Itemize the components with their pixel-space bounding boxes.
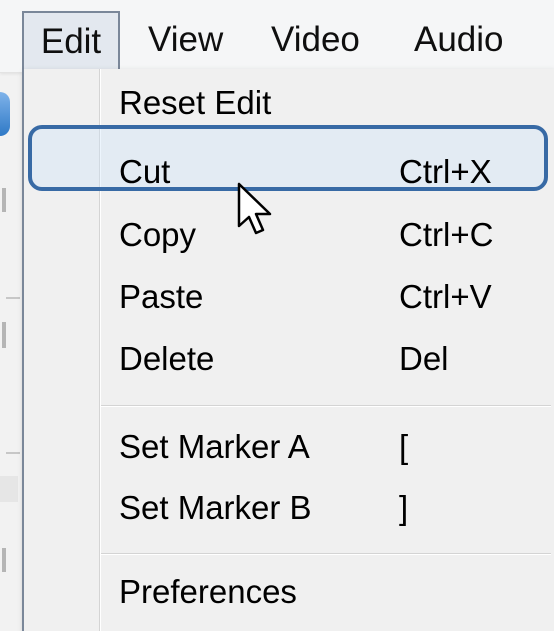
menu-item-shortcut: Ctrl+C: [399, 216, 494, 253]
menu-item-label: Cut: [119, 153, 171, 190]
menu-item-shortcut: [: [399, 428, 409, 465]
menu-separator: [101, 553, 551, 555]
menu-edit[interactable]: Edit: [22, 11, 120, 69]
menu-item-label: Delete: [119, 340, 215, 377]
background-control-fragment: [2, 188, 6, 212]
menu-item-preferences[interactable]: Preferences: [24, 562, 554, 622]
menu-item-cut[interactable]: Cut Ctrl+X: [24, 142, 554, 202]
menu-separator: [101, 405, 551, 407]
background-control-fragment: [2, 548, 6, 572]
menu-item-paste[interactable]: Paste Ctrl+V: [24, 267, 554, 327]
menu-item-label: Set Marker A: [119, 428, 310, 465]
menu-item-shortcut: ]: [399, 489, 409, 526]
menu-item-delete[interactable]: Delete Del: [24, 329, 554, 389]
edit-dropdown-menu: Reset Edit Cut Ctrl+X Copy Ctrl+C Paste …: [22, 69, 554, 631]
menu-item-shortcut: Ctrl+V: [399, 278, 492, 315]
menu-item-set-marker-a[interactable]: Set Marker A [: [24, 417, 554, 477]
menu-audio[interactable]: Audio: [414, 11, 504, 69]
menu-item-reset-edit[interactable]: Reset Edit: [24, 73, 554, 133]
menu-item-set-marker-b[interactable]: Set Marker B ]: [24, 478, 554, 538]
background-panel-fragment: [0, 476, 18, 502]
menu-item-label: Copy: [119, 216, 197, 253]
menu-item-shortcut: Del: [399, 340, 449, 377]
menu-video[interactable]: Video: [271, 11, 360, 69]
menu-view[interactable]: View: [148, 11, 223, 69]
background-divider-fragment: [6, 297, 20, 299]
mouse-pointer-icon: [237, 182, 272, 235]
menu-item-label: Preferences: [119, 573, 297, 610]
background-divider-fragment: [6, 452, 20, 454]
menu-item-shortcut: Ctrl+X: [399, 153, 492, 190]
background-button-fragment: [0, 92, 10, 136]
menu-item-copy[interactable]: Copy Ctrl+C: [24, 205, 554, 265]
menu-item-label: Reset Edit: [119, 84, 272, 121]
menu-item-label: Paste: [119, 278, 204, 315]
menu-bar: Edit View Video Audio: [0, 0, 554, 73]
background-control-fragment: [2, 322, 6, 348]
menu-item-label: Set Marker B: [119, 489, 312, 526]
